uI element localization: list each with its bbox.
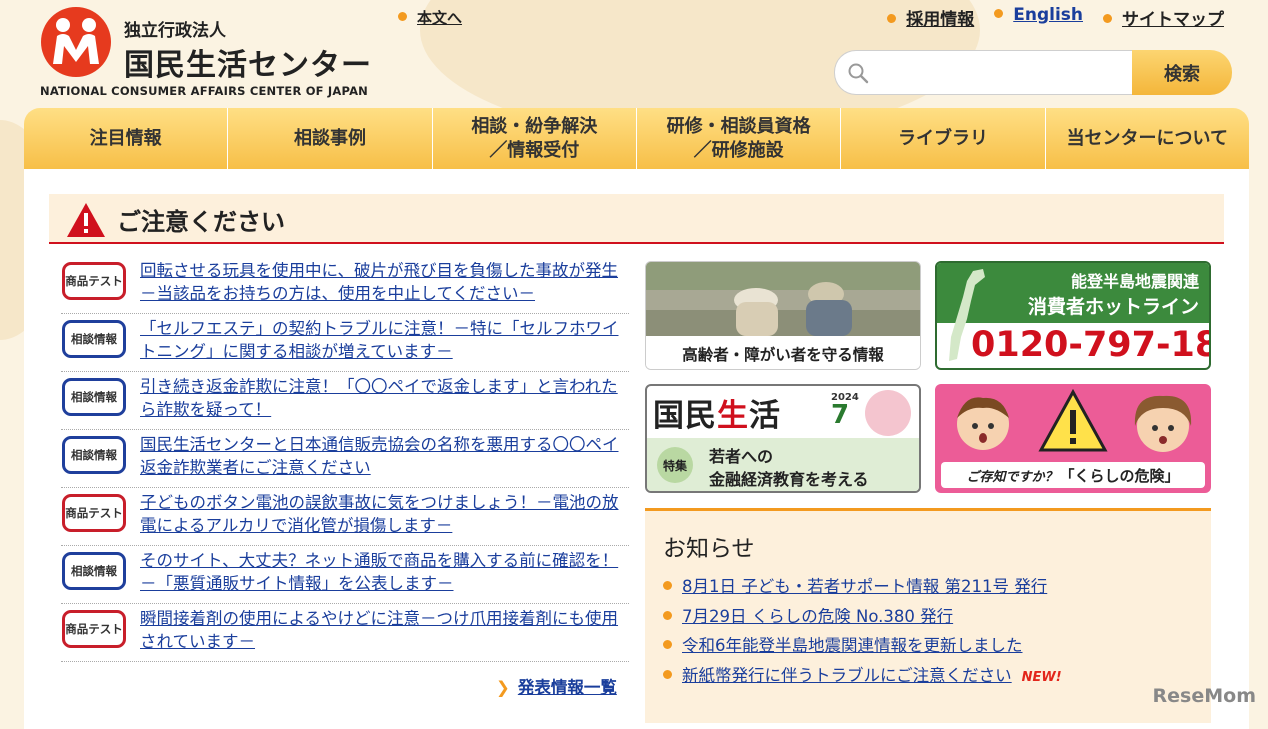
warning-icon: [67, 203, 105, 237]
product-test-badge: 商品テスト: [62, 610, 126, 648]
caution-link[interactable]: 瞬間接着剤の使用によるやけどに注意－つけ爪用接着剤にも使用されています－: [140, 607, 630, 653]
english-link[interactable]: English: [994, 5, 1083, 30]
caution-link[interactable]: 回転させる玩具を使用中に、破片が飛び目を負傷した事故が発生－当該品をお持ちの方は…: [140, 259, 630, 305]
list-item: 商品テスト 瞬間接着剤の使用によるやけどに注意－つけ爪用接着剤にも使用されていま…: [61, 604, 629, 662]
sitemap-link[interactable]: サイトマップ: [1103, 5, 1224, 30]
caution-list: 商品テスト 回転させる玩具を使用中に、破片が飛び目を負傷した事故が発生－当該品を…: [61, 256, 629, 662]
feature-line1: 若者への: [709, 447, 774, 466]
logo-english-name: NATIONAL CONSUMER AFFAIRS CENTER OF JAPA…: [40, 84, 369, 98]
magazine-title: 国民生活: [653, 390, 781, 435]
logo-mark-icon: [41, 7, 111, 77]
list-item: 令和6年能登半島地震関連情報を更新しました: [663, 632, 1062, 662]
notice-section: お知らせ 8月1日 子ども・若者サポート情報 第211号 発行 7月29日 くら…: [645, 508, 1211, 723]
list-item: 相談情報 「セルフエステ」の契約トラブルに注意！－特に「セルフホワイトニング」に…: [61, 314, 629, 372]
bullet-dot-icon: [663, 669, 672, 679]
danger-banner-caption: ご存知ですか？ 「くらしの危険」: [941, 462, 1205, 488]
caution-link[interactable]: 国民生活センターと日本通信販売協会の名称を悪用する〇〇ペイ返金詐欺業者にご注意く…: [140, 433, 630, 479]
nav-dispute-resolution[interactable]: 相談・紛争解決 ／情報受付: [431, 108, 636, 169]
notice-link[interactable]: 8月1日 子ども・若者サポート情報 第211号 発行: [682, 577, 1047, 596]
nav-library[interactable]: ライブラリ: [840, 108, 1044, 169]
more-link-label: 発表情報一覧: [517, 678, 617, 697]
magazine-title-part: 国民: [653, 398, 717, 434]
nav-about[interactable]: 当センターについて: [1044, 108, 1249, 169]
search-input[interactable]: [877, 59, 1131, 87]
hotline-line2: 消費者ホットライン: [1027, 296, 1199, 318]
english-link-label: English: [1013, 5, 1083, 25]
chevron-right-icon: ❯: [496, 678, 510, 697]
elderly-protection-banner[interactable]: 高齢者・障がい者を守る情報: [645, 261, 921, 370]
caution-link[interactable]: 引き続き返金詐欺に注意！「〇〇ペイで返金します」と言われたら詐欺を疑って！: [140, 375, 630, 421]
list-item: 相談情報 引き続き返金詐欺に注意！「〇〇ペイで返金します」と言われたら詐欺を疑っ…: [61, 372, 629, 430]
bullet-dot-icon: [1103, 13, 1112, 23]
feature-tag: 特集: [657, 447, 693, 483]
product-test-badge: 商品テスト: [62, 494, 126, 532]
utility-links: 採用情報 English サイトマップ: [887, 5, 1224, 30]
kokumin-seikatsu-magazine-banner[interactable]: 国民生活 2024 7 特集 若者への 金融経済教育を考える: [645, 384, 921, 493]
list-item: 相談情報 そのサイト、大丈夫？ネット通販で商品を購入する前に確認を！－「悪質通販…: [61, 546, 629, 604]
consultation-badge: 相談情報: [62, 436, 126, 474]
magazine-issue: 7: [831, 400, 850, 430]
bullet-dot-icon: [663, 610, 672, 620]
caution-link[interactable]: そのサイト、大丈夫？ネット通販で商品を購入する前に確認を！－「悪質通販サイト情報…: [140, 549, 630, 595]
nav-training[interactable]: 研修・相談員資格 ／研修施設: [635, 108, 840, 169]
sitemap-link-label: サイトマップ: [1122, 10, 1224, 30]
list-item: 相談情報 国民生活センターと日本通信販売協会の名称を悪用する〇〇ペイ返金詐欺業者…: [61, 430, 629, 488]
bullet-dot-icon: [994, 8, 1004, 18]
warning-faces-illustration: [957, 388, 1192, 452]
list-item: 7月29日 くらしの危険 No.380 発行: [663, 603, 1062, 633]
recruit-link-label: 採用情報: [906, 10, 975, 30]
list-item: 新紙幣発行に伴うトラブルにご注意ください NEW!: [663, 662, 1062, 692]
product-test-badge: 商品テスト: [62, 262, 126, 300]
notice-link[interactable]: 7月29日 くらしの危険 No.380 発行: [682, 607, 953, 626]
bullet-dot-icon: [398, 12, 407, 21]
notice-link[interactable]: 新紙幣発行に伴うトラブルにご注意ください: [682, 666, 1012, 685]
list-item: 8月1日 子ども・若者サポート情報 第211号 発行: [663, 573, 1062, 603]
magazine-feature-band: 特集 若者への 金融経済教育を考える: [647, 438, 919, 491]
elderly-couple-photo: [646, 262, 920, 336]
danger-caption-lead: ご存知ですか？: [966, 469, 1058, 485]
consultation-badge: 相談情報: [62, 320, 126, 358]
bullet-dot-icon: [663, 581, 672, 590]
search-button[interactable]: 検索: [1132, 50, 1232, 95]
logo-kicker: 独立行政法人: [124, 21, 226, 41]
kurashi-no-kiken-banner[interactable]: ご存知ですか？ 「くらしの危険」: [935, 384, 1211, 493]
consultation-badge: 相談情報: [62, 552, 126, 590]
bullet-dot-icon: [663, 640, 672, 649]
feature-line2: 金融経済教育を考える: [709, 470, 869, 489]
caution-title: ご注意ください: [117, 208, 285, 236]
caution-link[interactable]: 子どものボタン電池の誤飲事故に気をつけましょう！－電池の放電によるアルカリで消化…: [140, 491, 630, 537]
logo-name: 国民生活センター: [124, 48, 372, 83]
search-icon: [848, 63, 869, 84]
nav-featured[interactable]: 注目情報: [24, 108, 227, 169]
magazine-cover-icon: [865, 390, 911, 436]
nav-consultation-cases[interactable]: 相談事例: [227, 108, 431, 169]
bullet-dot-icon: [887, 13, 897, 23]
elderly-banner-caption: 高齢者・障がい者を守る情報: [646, 336, 920, 369]
global-nav: 注目情報 相談事例 相談・紛争解決 ／情報受付 研修・相談員資格 ／研修施設 ラ…: [24, 108, 1249, 169]
site-logo[interactable]: 独立行政法人 国民生活センター NATIONAL CONSUMER AFFAIR…: [40, 6, 380, 98]
notice-title: お知らせ: [663, 536, 755, 562]
magazine-title-part: 活: [749, 398, 781, 434]
caution-header: ご注意ください: [49, 194, 1224, 244]
site-search: 検索: [834, 50, 1232, 95]
caution-link[interactable]: 「セルフエステ」の契約トラブルに注意！－特に「セルフホワイトニング」に関する相談…: [140, 317, 630, 363]
hotline-line1: 能登半島地震関連: [1070, 272, 1199, 291]
announcements-list-link[interactable]: ❯ 発表情報一覧: [496, 674, 617, 698]
skip-link-label: 本文へ: [417, 9, 463, 27]
new-badge: NEW!: [1021, 669, 1062, 685]
magazine-title-part: 生: [717, 398, 749, 434]
resemom-watermark: ReseMom: [1152, 685, 1256, 707]
danger-caption-title: 「くらしの危険」: [1059, 466, 1180, 485]
list-item: 商品テスト 子どものボタン電池の誤飲事故に気をつけましょう！－電池の放電によるア…: [61, 488, 629, 546]
hotline-phone-number: 0120-797-188: [971, 325, 1209, 365]
list-item: 商品テスト 回転させる玩具を使用中に、破片が飛び目を負傷した事故が発生－当該品を…: [61, 256, 629, 314]
notice-list: 8月1日 子ども・若者サポート情報 第211号 発行 7月29日 くらしの危険 …: [663, 573, 1062, 691]
recruit-link[interactable]: 採用情報: [887, 5, 974, 30]
consultation-badge: 相談情報: [62, 378, 126, 416]
search-box: [834, 50, 1135, 95]
noto-hotline-banner[interactable]: 能登半島地震関連 消費者ホットライン 0120-797-188: [935, 261, 1211, 370]
notice-link[interactable]: 令和6年能登半島地震関連情報を更新しました: [682, 636, 1023, 655]
skip-to-content-link[interactable]: 本文へ: [398, 7, 462, 28]
